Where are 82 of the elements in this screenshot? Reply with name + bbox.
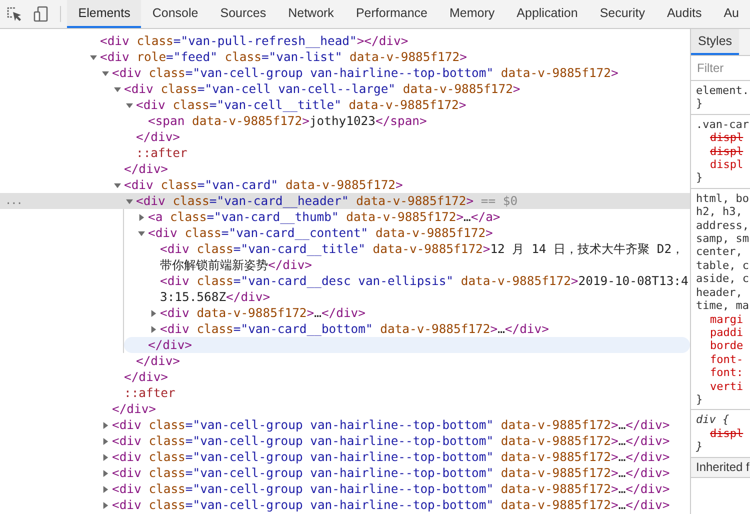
panel-tab[interactable]: Application xyxy=(506,0,589,28)
css-selector: address, xyxy=(696,218,750,232)
caret-down-icon[interactable] xyxy=(114,182,121,188)
dom-node-text[interactable]: <div class="van-card__header" data-v-9885f172> == $0 xyxy=(136,193,690,209)
dom-node-text[interactable]: <a class="van-card__thumb" data-v-9885f172>…</a> xyxy=(148,209,690,225)
inherited-section-header: Inherited f xyxy=(691,458,750,478)
caret-right-icon[interactable] xyxy=(150,326,157,332)
dom-node-text[interactable]: <div class="van-cell van-cell--large" data-v-9885f172> xyxy=(124,81,690,97)
closing-tag-text[interactable]: </div> xyxy=(136,129,690,145)
closing-tag-text[interactable]: </div> xyxy=(124,369,690,385)
css-selector: .van-car xyxy=(696,118,750,132)
caret-right-icon[interactable] xyxy=(138,214,145,220)
css-brace: } xyxy=(696,440,704,454)
css-selector: header, xyxy=(696,286,744,300)
css-property: displ xyxy=(709,131,744,145)
caret-down-icon[interactable] xyxy=(90,54,97,60)
css-selector: center, xyxy=(696,245,744,259)
caret-down-icon[interactable] xyxy=(138,230,145,236)
css-property: borde xyxy=(709,339,744,353)
caret-right-icon[interactable] xyxy=(102,486,109,492)
dom-node-text[interactable]: <div class="van-card__content" data-v-9885f172> xyxy=(148,225,690,241)
css-brace: } xyxy=(696,392,704,406)
dom-node-text[interactable]: <div role="feed" class="van-list" data-v-9885f172> xyxy=(100,49,690,65)
caret-down-icon[interactable] xyxy=(114,86,121,92)
panel-tab[interactable]: Sources xyxy=(209,0,278,28)
css-selector: html, bo xyxy=(696,192,750,206)
css-selector: table, c xyxy=(696,258,750,272)
caret-right-icon[interactable] xyxy=(150,310,157,316)
css-selector: h2, h3, xyxy=(696,205,744,219)
caret-right-icon[interactable] xyxy=(102,470,109,476)
dom-node-text[interactable]: ::after xyxy=(136,145,690,161)
caret-right-icon[interactable] xyxy=(102,422,109,428)
caret-down-icon[interactable] xyxy=(126,102,133,108)
dom-node-text[interactable]: <span data-v-9885f172>jothy1023</span> xyxy=(148,113,690,129)
panel-tab[interactable]: Console xyxy=(141,0,210,28)
dom-node-text[interactable]: <div class="van-cell-group van-hairline--top-bottom" data-v-9885f172>…</div> xyxy=(112,433,690,449)
closing-tag-text[interactable]: </div> xyxy=(136,353,690,369)
dom-node-text[interactable]: <div class="van-cell-group van-hairline--top-bottom" data-v-9885f172>…</div> xyxy=(112,481,690,497)
dom-node-text[interactable]: <div class="van-card" data-v-9885f172> xyxy=(124,177,690,193)
css-property: displ xyxy=(709,144,744,158)
panel-tab[interactable]: Security xyxy=(588,0,656,28)
css-property: verti xyxy=(709,380,744,393)
caret-right-icon[interactable] xyxy=(102,454,109,460)
dom-node-text[interactable]: ::after xyxy=(124,385,690,401)
panel-tab[interactable]: Audits xyxy=(656,0,713,28)
panel-tab[interactable]: Elements xyxy=(67,0,142,28)
dom-node-text[interactable]: <div data-v-9885f172>…</div> xyxy=(160,305,690,321)
caret-right-icon[interactable] xyxy=(102,438,109,444)
dom-node-text[interactable]: <div class="van-cell-group van-hairline--top-bottom" data-v-9885f172>…</div> xyxy=(112,497,690,513)
dom-node-text[interactable]: <div class="van-cell-group van-hairline--top-bottom" data-v-9885f172>…</div> xyxy=(112,465,690,481)
dom-node-text[interactable]: <div class="van-pull-refresh__head"></div> xyxy=(100,33,690,49)
css-brace: } xyxy=(696,171,704,185)
dom-node-text[interactable]: <div class="van-cell__title" data-v-9885f172> xyxy=(136,97,690,113)
css-selector: time, ma xyxy=(696,299,750,312)
css-property: margi xyxy=(709,312,744,326)
panel-tab[interactable]: Performance xyxy=(344,0,438,28)
css-property: paddi xyxy=(709,326,744,340)
css-selector: element. xyxy=(696,84,750,98)
closing-tag-text[interactable]: </div> xyxy=(124,161,690,177)
css-property: font- xyxy=(709,352,744,366)
selected-row-highlight[interactable]: ... <div class="van-card__header" data-v-9885f172> == $0 xyxy=(0,193,690,209)
panel-tab[interactable]: Au xyxy=(712,0,750,28)
caret-down-icon[interactable] xyxy=(126,198,133,204)
css-selector: samp, sm xyxy=(696,232,750,246)
dom-node-text[interactable]: <div class="van-cell-group van-hairline--top-bottom" data-v-9885f172> xyxy=(112,65,690,81)
closing-tag-text[interactable]: </div> xyxy=(112,401,690,417)
css-selector: div { xyxy=(696,413,730,427)
css-property: displ xyxy=(709,158,744,172)
sidebar-tab[interactable]: Styles xyxy=(691,29,740,55)
dom-node-text[interactable]: <div class="van-card__title" data-v-9885f172>12 月 14 日，技术大牛齐聚 D2，带你解锁前端新姿势</div> xyxy=(160,241,690,273)
panel-tab[interactable]: Memory xyxy=(438,0,506,28)
css-brace: } xyxy=(696,97,704,111)
dom-node-text[interactable]: <div class="van-cell-group van-hairline--top-bottom" data-v-9885f172>…</div> xyxy=(112,417,690,433)
dom-node-text[interactable]: <div class="van-card__bottom" data-v-9885f172>…</div> xyxy=(160,321,690,337)
caret-right-icon[interactable] xyxy=(102,502,109,508)
dom-node-text[interactable]: <div class="van-card__desc van-ellipsis" data-v-9885f172>2019-10-08T13:43:15.568Z</div> xyxy=(160,273,690,305)
css-property: font: xyxy=(709,366,744,380)
dom-node-text[interactable]: <div class="van-cell-group van-hairline--top-bottom" data-v-9885f172>…</div> xyxy=(112,449,690,465)
css-property: displ xyxy=(709,426,744,440)
css-selector: aside, c xyxy=(696,272,750,286)
caret-down-icon[interactable] xyxy=(102,70,109,76)
panel-tab[interactable]: Network xyxy=(277,0,345,28)
